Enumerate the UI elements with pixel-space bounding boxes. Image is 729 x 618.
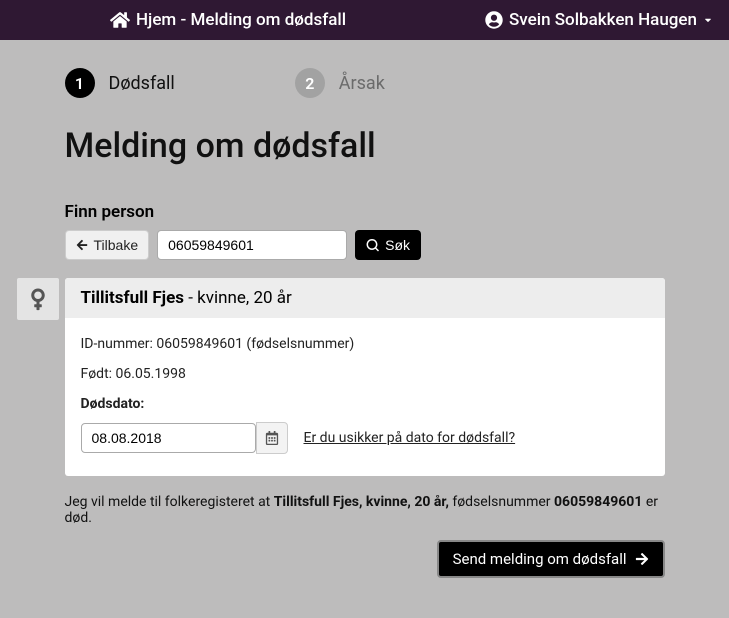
- find-person-label: Finn person: [65, 202, 665, 222]
- chevron-down-icon: [703, 15, 713, 25]
- home-icon: [110, 11, 130, 29]
- born-line: Født: 06.05.1998: [81, 366, 649, 382]
- death-date-label: Dødsdato:: [81, 396, 649, 412]
- step-number: 1: [65, 68, 95, 98]
- breadcrumb: Hjem - Melding om dødsfall: [136, 10, 346, 30]
- step-label: Dødsfall: [109, 73, 175, 94]
- page-title: Melding om dødsfall: [65, 126, 665, 166]
- submit-label: Send melding om dødsfall: [453, 550, 627, 568]
- step-2[interactable]: 2 Årsak: [295, 68, 385, 98]
- user-icon: [485, 11, 503, 29]
- person-suffix: - kvinne, 20 år: [184, 288, 292, 308]
- search-button[interactable]: Søk: [355, 230, 421, 260]
- user-menu[interactable]: Svein Solbakken Haugen: [485, 10, 713, 30]
- summary-notice: Jeg vil melde til folkeregisteret at Til…: [65, 494, 665, 526]
- top-bar: Hjem - Melding om dødsfall Svein Solbakk…: [0, 0, 729, 40]
- step-1[interactable]: 1 Dødsfall: [65, 68, 175, 98]
- id-number-line: ID-nummer: 06059849601 (fødselsnummer): [81, 336, 649, 352]
- submit-button[interactable]: Send melding om dødsfall: [437, 540, 665, 578]
- step-number: 2: [295, 68, 325, 98]
- person-card: Tillitsfull Fjes - kvinne, 20 år ID-numm…: [65, 278, 665, 476]
- date-help-link[interactable]: Er du usikker på dato for dødsfall?: [304, 430, 516, 446]
- step-label: Årsak: [339, 73, 385, 94]
- calendar-icon: [265, 431, 279, 445]
- search-button-label: Søk: [385, 237, 410, 253]
- calendar-button[interactable]: [256, 422, 288, 454]
- stepper: 1 Dødsfall 2 Årsak: [65, 68, 665, 98]
- back-label: Tilbake: [94, 237, 139, 253]
- search-input[interactable]: [157, 230, 347, 260]
- gender-badge: [17, 278, 59, 320]
- search-icon: [366, 239, 379, 252]
- person-header: Tillitsfull Fjes - kvinne, 20 år: [65, 278, 665, 318]
- back-button[interactable]: Tilbake: [65, 230, 150, 260]
- venus-icon: [30, 287, 46, 311]
- person-name: Tillitsfull Fjes: [81, 288, 185, 308]
- search-row: Tilbake Søk: [65, 230, 665, 260]
- arrow-right-icon: [635, 552, 649, 566]
- death-date-input[interactable]: [81, 423, 256, 453]
- user-name: Svein Solbakken Haugen: [509, 10, 697, 30]
- arrow-left-icon: [76, 239, 88, 251]
- home-link[interactable]: Hjem - Melding om dødsfall: [110, 10, 346, 30]
